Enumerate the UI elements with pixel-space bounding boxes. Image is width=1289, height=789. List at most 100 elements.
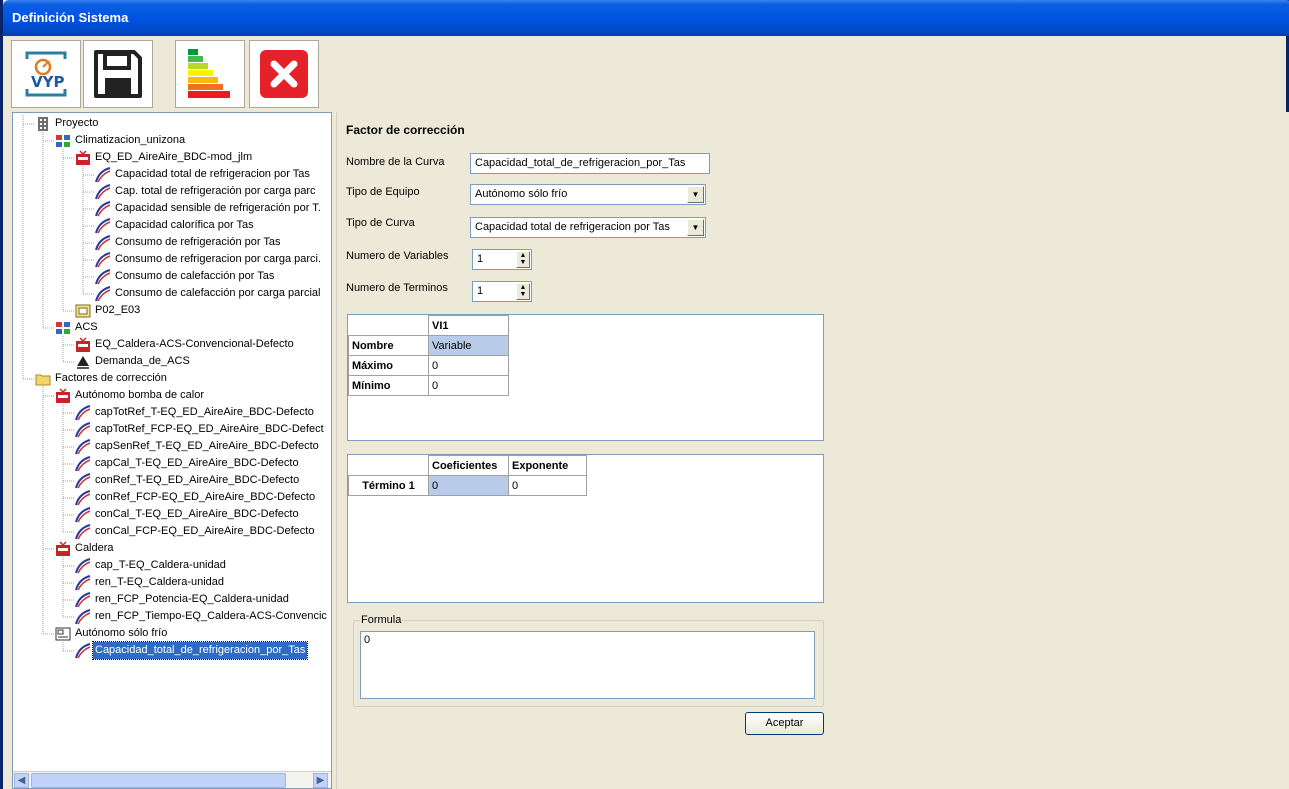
tree-node-label: Capacidad sensible de refrigeración por … [115,202,321,214]
system-icon [55,320,71,336]
curve-icon [95,235,111,251]
spin-arrows-icon[interactable]: ▲ ▼ [516,251,530,268]
tree-node-label: Consumo de calefacción por Tas [115,270,275,282]
num-variables-stepper[interactable]: 1 ▲ ▼ [472,249,532,270]
table-cell[interactable]: 0 [508,475,587,496]
variables-table: VI1 Nombre Variable Máximo 0 Mínimo 0 [348,315,509,396]
table-cell[interactable]: 0 [428,475,509,496]
tree-node-label: capSenRef_T-EQ_ED_AireAire_BDC-Defecto [95,440,319,452]
tree-node-label: ren_FCP_Tiempo-EQ_Caldera-ACS-Convencic [95,610,327,622]
tree-node-label: Factores de corrección [55,372,167,384]
row-header: Máximo [348,355,429,376]
tree-node-label: Consumo de refrigeracion por carga parci… [115,253,322,265]
tree-node-label: Demanda_de_ACS [95,355,190,367]
tree-node-label: conRef_T-EQ_ED_AireAire_BDC-Defecto [95,474,300,486]
row-header: Término 1 [348,475,429,496]
tree-node-label: EQ_ED_AireAire_BDC-mod_jlm [95,151,253,163]
vyp-logo-icon: VYP [25,51,67,97]
curve-name-input[interactable]: Capacidad_total_de_refrigeracion_por_Tas [470,153,710,174]
formula-label: Formula [360,614,403,626]
save-button[interactable] [83,40,153,108]
tree-node-label: Proyecto [55,117,99,129]
demand-icon [75,354,91,370]
close-icon [260,50,308,98]
tree-node-label: Consumo de refrigeración por Tas [115,236,281,248]
variables-grid[interactable]: VI1 Nombre Variable Máximo 0 Mínimo 0 [347,314,824,441]
curve-name-label: Nombre de la Curva [346,156,445,168]
tree-node-label: Autónomo bomba de calor [75,389,205,401]
terms-table: Coeficientes Exponente Término 1 0 0 [348,455,587,496]
folder-icon [35,371,51,387]
equipment-icon [55,388,71,404]
chevron-down-icon[interactable]: ▼ [687,186,704,203]
tree-node-label: Cap. total de refrigeración por carga pa… [115,185,316,197]
scroll-right-icon[interactable]: ▶ [313,773,328,788]
tree-node-label: capTotRef_FCP-EQ_ED_AireAire_BDC-Defect [95,423,324,435]
table-cell[interactable]: Variable [428,335,509,356]
energy-rating-button[interactable] [175,40,245,108]
num-terms-value: 1 [477,285,484,297]
curve-icon [75,507,91,523]
system-tree[interactable]: Proyecto Climatizacion_unizona EQ_ED_AireA… [13,113,331,773]
scroll-thumb[interactable] [31,773,286,788]
accept-button[interactable]: Aceptar [745,712,824,735]
equipment-type-value: Autónomo sólo frío [475,188,568,200]
curve-type-select[interactable]: Capacidad total de refrigeracion por Tas… [470,217,706,238]
column-header: Coeficientes [428,455,509,476]
row-header: Mínimo [348,375,429,396]
spin-arrows-icon[interactable]: ▲ ▼ [516,283,530,300]
vyp-logo-button[interactable]: VYP [11,40,81,108]
floppy-disk-icon [94,50,142,98]
curve-icon [75,439,91,455]
curve-icon [75,524,91,540]
curve-icon [75,575,91,591]
column-header: VI1 [428,315,509,336]
curve-icon [75,456,91,472]
tree-node-label: conCal_FCP-EQ_ED_AireAire_BDC-Defecto [95,525,315,537]
tree-node-label: conCal_T-EQ_ED_AireAire_BDC-Defecto [95,508,299,520]
tree-node-label: capTotRef_T-EQ_ED_AireAire_BDC-Defecto [95,406,314,418]
tree-node-label: conRef_FCP-EQ_ED_AireAire_BDC-Defecto [95,491,316,503]
close-button[interactable] [249,40,319,108]
tree-node-label: Caldera [75,542,114,554]
tree-node-label: ACS [75,321,98,333]
curve-icon [75,609,91,625]
tree-node-label: ren_T-EQ_Caldera-unidad [95,576,225,588]
system-icon [55,133,71,149]
num-terms-stepper[interactable]: 1 ▲ ▼ [472,281,532,302]
tree-node-label: EQ_Caldera-ACS-Convencional-Defecto [95,338,294,350]
formula-group: Formula 0 [353,614,824,707]
curve-icon [75,592,91,608]
equipment-icon [75,150,91,166]
horizontal-scrollbar[interactable]: ◀ ▶ [13,771,331,788]
tree-node-label: Autónomo sólo frío [75,627,168,639]
equipment-type-select[interactable]: Autónomo sólo frío ▼ [470,184,706,205]
curve-icon [95,286,111,302]
num-variables-label: Numero de Variables [346,250,449,262]
tree-node-label: capCal_T-EQ_ED_AireAire_BDC-Defecto [95,457,299,469]
curve-icon [75,490,91,506]
scroll-left-icon[interactable]: ◀ [14,773,29,788]
zone-icon [75,303,91,319]
formula-textarea[interactable]: 0 [360,631,815,699]
equipment-icon [55,541,71,557]
num-variables-value: 1 [477,253,484,265]
curve-icon [75,558,91,574]
tree-node-label: Capacidad_total_de_refrigeracion_por_Tas [91,641,309,660]
system-tree-panel[interactable]: Proyecto Climatizacion_unizona EQ_ED_AireA… [12,112,332,789]
energy-rating-icon [188,49,230,98]
table-cell[interactable]: 0 [428,355,509,376]
main-window: Definición Sistema VYP Proyecto Climatiz… [0,0,1289,789]
corner-cell [348,315,429,336]
chevron-down-icon[interactable]: ▼ [687,219,704,236]
form-title: Factor de corrección [346,123,465,137]
table-cell[interactable]: 0 [428,375,509,396]
corner-cell [348,455,429,476]
curve-icon [95,201,111,217]
curve-icon [95,167,111,183]
curve-icon [95,218,111,234]
curve-icon [95,269,111,285]
group-icon [55,626,71,642]
tree-node-label: Capacidad total de refrigeracion por Tas [115,168,310,180]
terms-grid[interactable]: Coeficientes Exponente Término 1 0 0 [347,454,824,603]
